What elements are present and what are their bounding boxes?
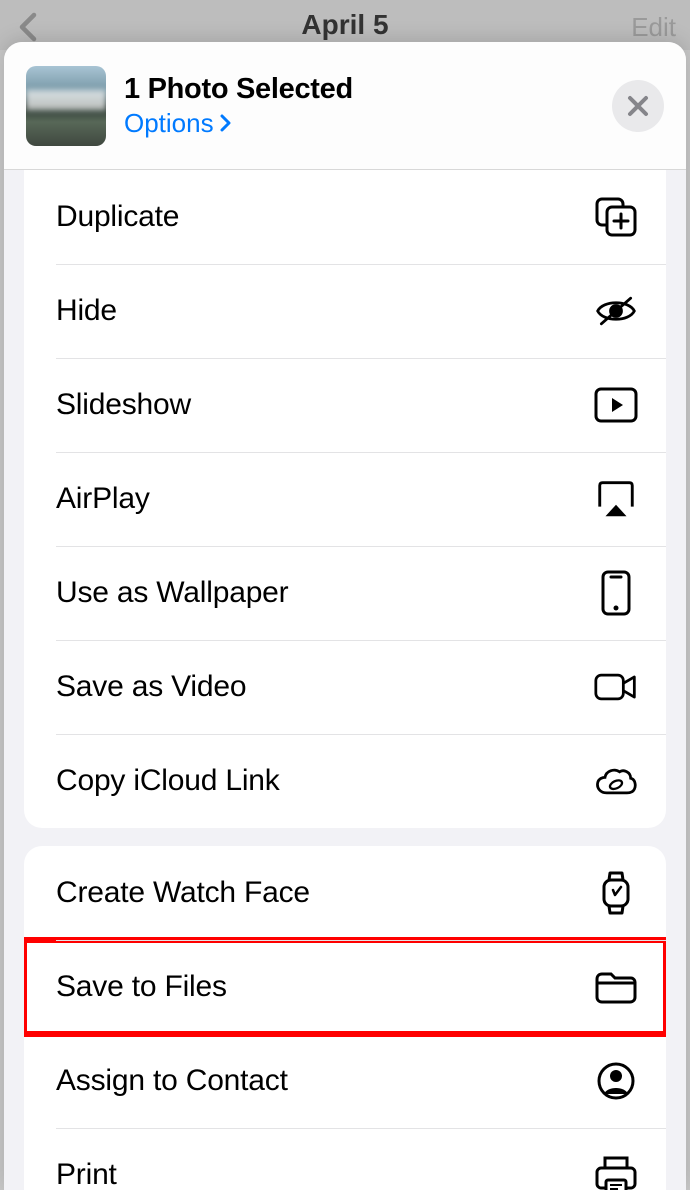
airplay-icon	[594, 477, 638, 521]
cloud-link-icon	[594, 759, 638, 803]
actions-scroll[interactable]: Duplicate Hide	[4, 170, 686, 1190]
nav-title: April 5	[301, 9, 388, 41]
action-label: Save as Video	[56, 670, 246, 704]
action-wallpaper[interactable]: Use as Wallpaper	[24, 546, 666, 640]
action-label: Use as Wallpaper	[56, 576, 288, 610]
action-hide[interactable]: Hide	[24, 264, 666, 358]
video-icon	[594, 665, 638, 709]
action-label: Duplicate	[56, 200, 179, 234]
action-save-video[interactable]: Save as Video	[24, 640, 666, 734]
contact-icon	[594, 1059, 638, 1103]
actions-group-2: Create Watch Face Save to Files	[24, 846, 666, 1190]
edit-button[interactable]: Edit	[631, 12, 676, 43]
action-label: Slideshow	[56, 388, 191, 422]
share-sheet: 1 Photo Selected Options Duplicate	[4, 42, 686, 1190]
action-label: Hide	[56, 294, 117, 328]
action-airplay[interactable]: AirPlay	[24, 452, 666, 546]
phone-icon	[594, 571, 638, 615]
action-label: Save to Files	[56, 970, 227, 1004]
watch-icon	[594, 871, 638, 915]
action-label: Create Watch Face	[56, 876, 310, 910]
action-label: Copy iCloud Link	[56, 764, 280, 798]
action-label: AirPlay	[56, 482, 150, 516]
duplicate-icon	[594, 195, 638, 239]
hide-icon	[594, 289, 638, 333]
action-label: Assign to Contact	[56, 1064, 288, 1098]
play-rect-icon	[594, 383, 638, 427]
close-icon	[626, 94, 650, 118]
sheet-header: 1 Photo Selected Options	[4, 42, 686, 170]
photo-thumbnail[interactable]	[26, 66, 106, 146]
close-button[interactable]	[612, 80, 664, 132]
action-assign-contact[interactable]: Assign to Contact	[24, 1034, 666, 1128]
options-label: Options	[124, 108, 214, 139]
action-duplicate[interactable]: Duplicate	[24, 170, 666, 264]
action-watch-face[interactable]: Create Watch Face	[24, 846, 666, 940]
chevron-right-icon	[220, 114, 232, 132]
action-print[interactable]: Print	[24, 1128, 666, 1190]
printer-icon	[594, 1153, 638, 1190]
action-slideshow[interactable]: Slideshow	[24, 358, 666, 452]
action-icloud-link[interactable]: Copy iCloud Link	[24, 734, 666, 828]
folder-icon	[594, 965, 638, 1009]
back-chevron-icon[interactable]	[18, 12, 40, 42]
action-save-to-files[interactable]: Save to Files	[24, 940, 666, 1034]
options-button[interactable]: Options	[124, 108, 612, 139]
action-label: Print	[56, 1158, 117, 1190]
actions-group-1: Duplicate Hide	[24, 170, 666, 828]
selection-title: 1 Photo Selected	[124, 73, 612, 106]
